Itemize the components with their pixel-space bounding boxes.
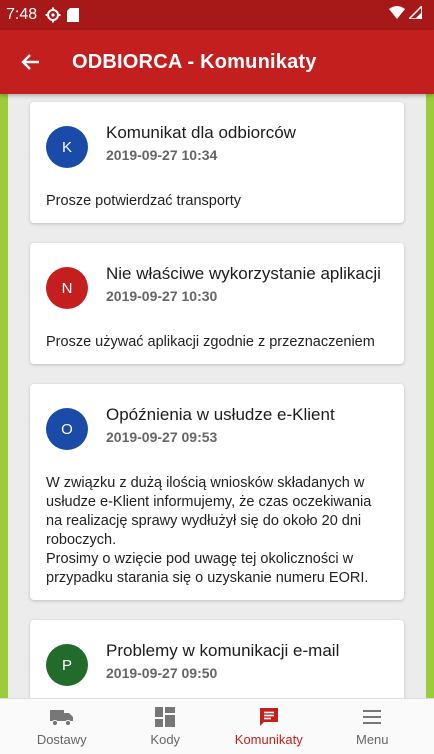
message-card[interactable]: P Problemy w komunikacji e-mail 2019-09-… bbox=[30, 620, 404, 698]
nav-label: Komunikaty bbox=[234, 732, 303, 747]
message-avatar: O bbox=[46, 408, 88, 450]
app-frame: 7:48 ODBIORCA - Komunikaty K Komunikat d… bbox=[0, 0, 434, 754]
message-title: Problemy w komunikacji e-mail bbox=[106, 641, 340, 660]
nav-label: Dostawy bbox=[36, 732, 87, 747]
nav-label: Menu bbox=[355, 732, 389, 747]
message-icon bbox=[258, 706, 280, 728]
bottom-navigation: Dostawy Kody Komunikaty Menu bbox=[0, 698, 434, 754]
message-card[interactable]: N Nie właściwe wykorzystanie aplikacji 2… bbox=[30, 243, 404, 364]
message-date: 2019-09-27 10:34 bbox=[106, 147, 218, 163]
message-body: Prosze używać aplikacji zgodnie z przezn… bbox=[46, 334, 375, 350]
message-avatar: K bbox=[46, 126, 88, 168]
app-bar: ODBIORCA - Komunikaty bbox=[0, 30, 434, 94]
settings-status-icon bbox=[45, 7, 61, 23]
nav-item-dostawy[interactable]: Dostawy bbox=[17, 706, 107, 747]
menu-icon bbox=[362, 706, 382, 728]
message-card[interactable]: K Komunikat dla odbiorców 2019-09-27 10:… bbox=[30, 102, 404, 223]
sd-card-icon bbox=[67, 8, 80, 22]
signal-icon bbox=[407, 4, 423, 24]
wifi-icon bbox=[389, 6, 405, 24]
message-date: 2019-09-27 09:53 bbox=[106, 429, 218, 445]
message-date: 2019-09-27 09:50 bbox=[106, 665, 218, 681]
message-body: Prosze potwierdzać transporty bbox=[46, 193, 242, 209]
message-title: Opóźnienia w usłudze e-Klient bbox=[106, 405, 335, 424]
truck-icon bbox=[49, 706, 74, 728]
nav-item-kody[interactable]: Kody bbox=[120, 706, 210, 747]
messages-list[interactable]: K Komunikat dla odbiorców 2019-09-27 10:… bbox=[8, 94, 426, 698]
dashboard-icon bbox=[155, 706, 176, 728]
status-bar: 7:48 bbox=[0, 0, 434, 30]
back-arrow-icon[interactable] bbox=[18, 49, 44, 75]
message-title: Komunikat dla odbiorców bbox=[106, 123, 296, 142]
message-card[interactable]: O Opóźnienia w usłudze e-Klient 2019-09-… bbox=[30, 384, 404, 600]
message-date: 2019-09-27 10:30 bbox=[106, 288, 218, 304]
nav-item-komunikaty[interactable]: Komunikaty bbox=[224, 706, 314, 747]
message-avatar: N bbox=[46, 267, 88, 309]
message-body: W związku z dużą ilością wniosków składa… bbox=[46, 475, 372, 586]
page-title: ODBIORCA - Komunikaty bbox=[72, 50, 317, 73]
status-time: 7:48 bbox=[6, 6, 38, 23]
nav-item-menu[interactable]: Menu bbox=[327, 706, 417, 747]
message-title: Nie właściwe wykorzystanie aplikacji bbox=[106, 264, 381, 283]
message-avatar: P bbox=[46, 644, 88, 686]
nav-label: Kody bbox=[150, 732, 181, 747]
